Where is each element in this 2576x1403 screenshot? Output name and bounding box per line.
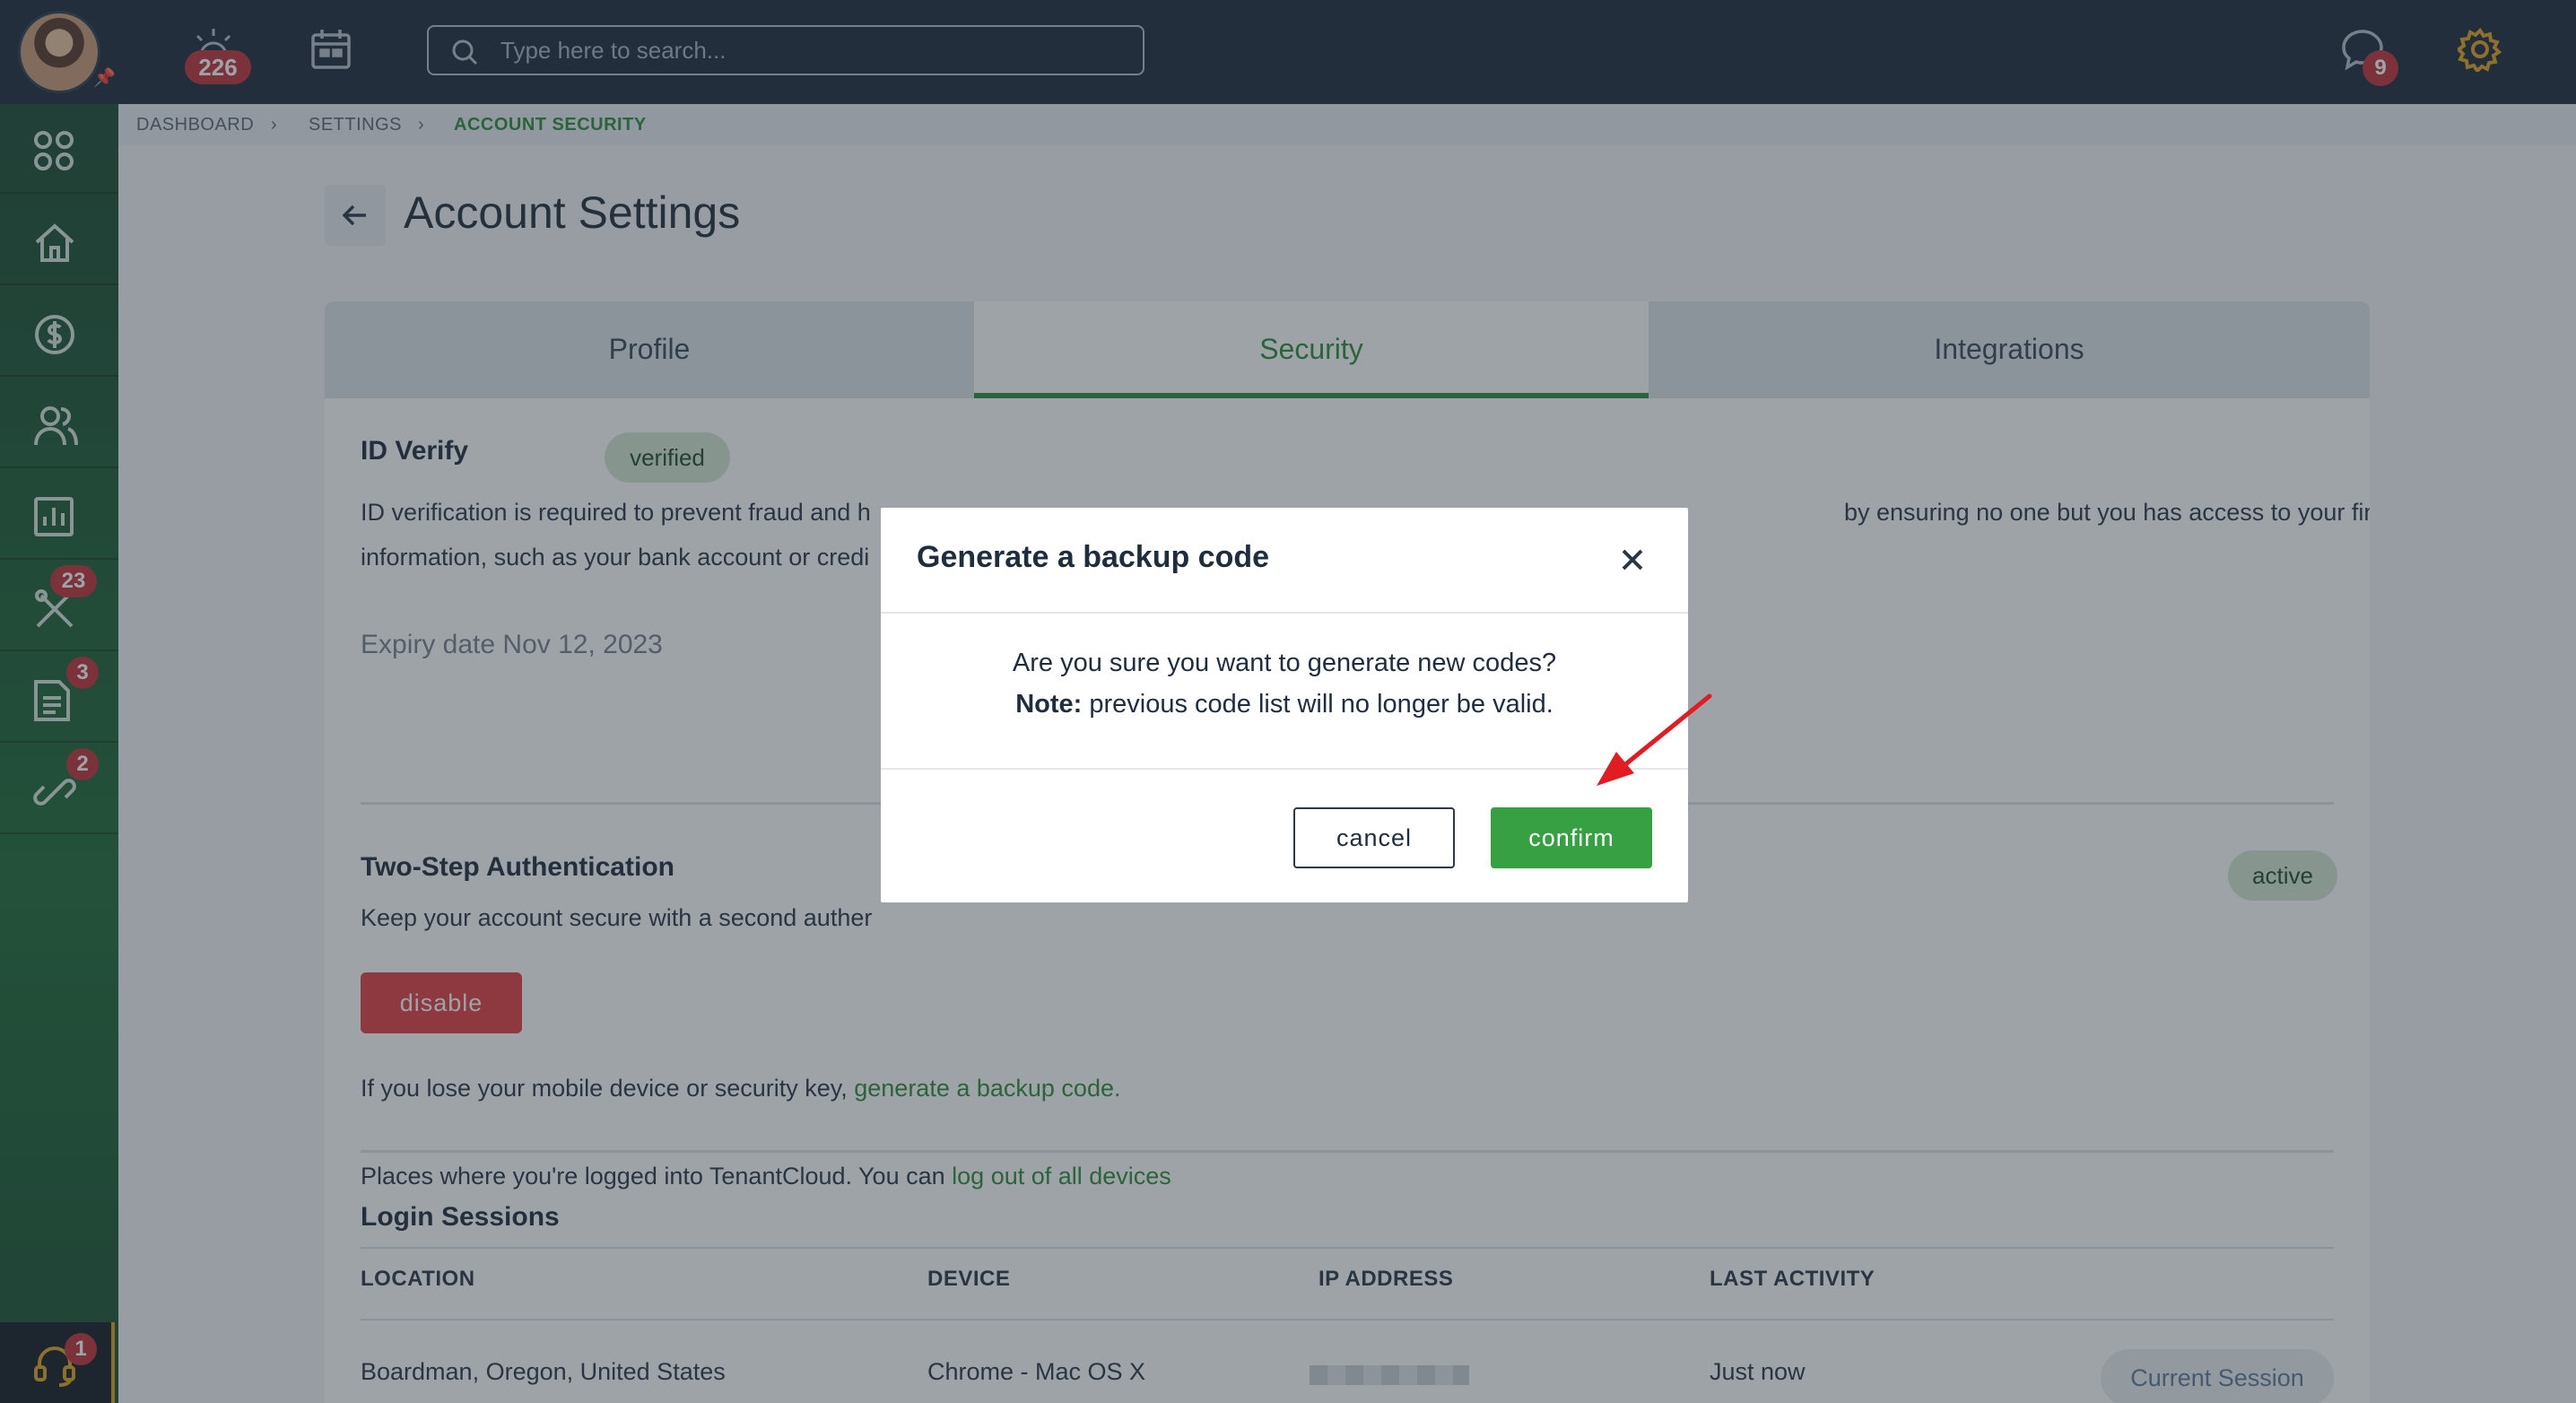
modal-question: Are you sure you want to generate new co… [1012,649,1557,677]
close-icon[interactable] [1616,544,1649,576]
modal-divider [881,612,1688,614]
modal-note-label: Note: [1015,690,1083,719]
modal-body: Are you sure you want to generate new co… [881,642,1688,725]
cancel-button[interactable]: cancel [1293,807,1455,868]
modal-note-text: previous code list will no longer be val… [1089,690,1553,719]
confirm-button[interactable]: confirm [1491,807,1652,868]
modal-note: Note: previous code list will no longer … [881,684,1688,725]
modal-title: Generate a backup code [917,540,1270,574]
red-arrow-annotation [1597,693,1712,786]
backup-code-modal: Generate a backup code Are you sure you … [881,508,1688,902]
modal-divider [881,768,1688,770]
